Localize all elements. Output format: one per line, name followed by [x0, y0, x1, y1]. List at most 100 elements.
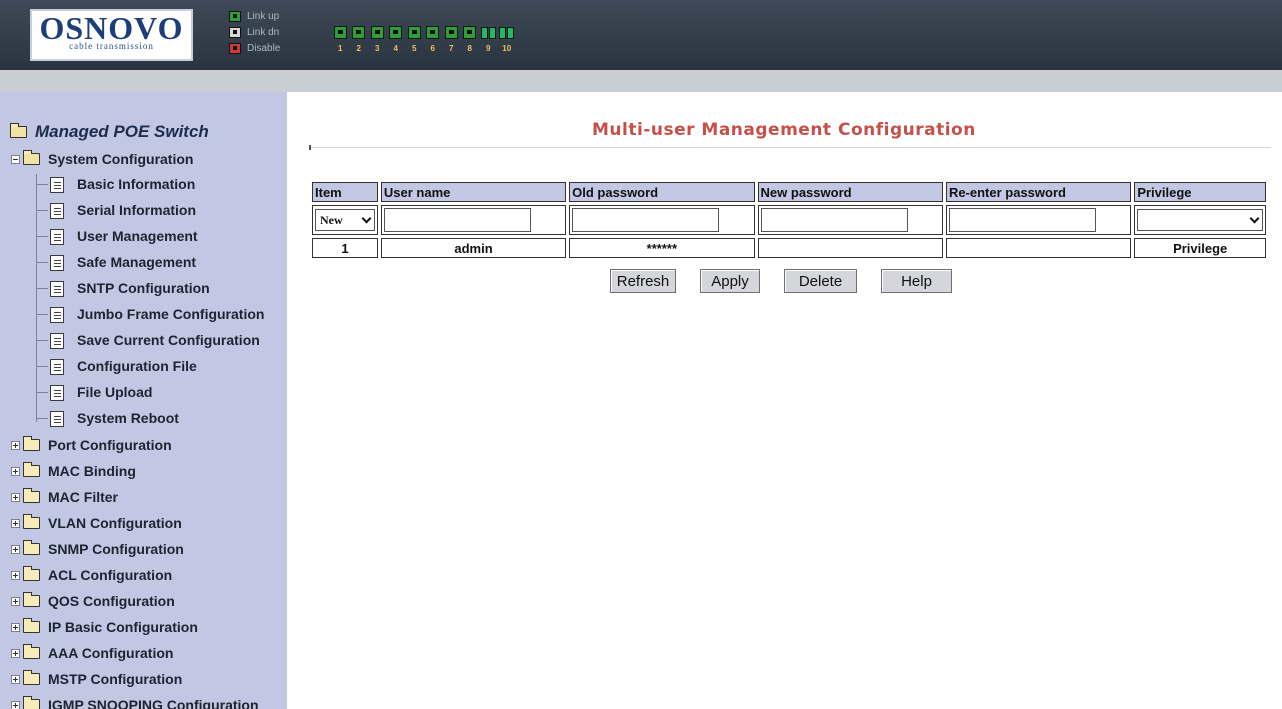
- legend-label: Disable: [247, 42, 281, 54]
- expand-icon[interactable]: [11, 648, 20, 658]
- port-1[interactable]: 1: [331, 26, 350, 53]
- tree-category-aaa-configuration[interactable]: AAA Configuration: [0, 640, 173, 666]
- folder-icon: [23, 488, 40, 503]
- expand-icon[interactable]: [11, 622, 20, 632]
- column-header-new-password: New password: [757, 182, 943, 202]
- collapse-icon[interactable]: [11, 154, 20, 164]
- expand-icon[interactable]: [11, 570, 20, 580]
- user-name-input[interactable]: [383, 208, 531, 232]
- column-header-privilege: Privilege: [1134, 182, 1266, 202]
- document-icon: [50, 281, 64, 297]
- item-select-value: New: [320, 212, 343, 227]
- port-6[interactable]: 6: [424, 26, 443, 53]
- ethernet-port-icon: [444, 26, 458, 39]
- folder-icon: [23, 696, 40, 709]
- reenter-password-input[interactable]: [948, 208, 1097, 232]
- title-divider-mark: [309, 145, 311, 150]
- tree-category-mac-binding[interactable]: MAC Binding: [0, 458, 136, 484]
- tree-connector: [36, 236, 48, 237]
- tree-category-mstp-configuration[interactable]: MSTP Configuration: [0, 666, 182, 692]
- port-status-legend: Link up Link dn Disable: [229, 8, 280, 56]
- row-reenter-password: [945, 238, 1132, 258]
- navigation-tree: Managed POE Switch System Configuration …: [0, 92, 287, 709]
- new-password-input[interactable]: [760, 208, 908, 232]
- port-number: 7: [449, 44, 454, 53]
- tree-category-system-configuration[interactable]: System Configuration: [0, 146, 193, 172]
- tree-connector: [36, 418, 48, 419]
- disabled-icon: [229, 42, 241, 54]
- expand-icon[interactable]: [11, 596, 20, 606]
- folder-icon: [23, 592, 40, 607]
- tree-connector: [36, 314, 48, 315]
- row-privilege: Privilege: [1134, 238, 1266, 258]
- legend-disable: Disable: [229, 40, 280, 56]
- expand-icon[interactable]: [11, 674, 20, 684]
- tree-category-vlan-configuration[interactable]: VLAN Configuration: [0, 510, 182, 536]
- tree-category-qos-configuration[interactable]: QOS Configuration: [0, 588, 175, 614]
- ethernet-port-icon: [426, 26, 440, 39]
- port-4[interactable]: 4: [387, 26, 406, 53]
- tree-category-label: SNMP Configuration: [48, 541, 184, 557]
- refresh-button[interactable]: Refresh: [610, 269, 676, 293]
- tree-leaf-label: Basic Information: [77, 176, 196, 192]
- top-header: OSNOVO cable transmission Link up Link d…: [0, 0, 1282, 70]
- tree-category-label: Port Configuration: [48, 437, 172, 453]
- port-5[interactable]: 5: [405, 26, 424, 53]
- tree-category-label: System Configuration: [48, 151, 194, 167]
- expand-icon[interactable]: [11, 544, 20, 554]
- port-2[interactable]: 2: [350, 26, 369, 53]
- document-icon: [50, 177, 64, 193]
- tree-category-igmp-snooping-configuration[interactable]: IGMP SNOOPING Configuration: [0, 692, 259, 709]
- privilege-select[interactable]: [1137, 209, 1263, 231]
- old-password-input[interactable]: [572, 208, 720, 232]
- legend-label: Link up: [247, 10, 280, 22]
- port-number: 1: [338, 44, 343, 53]
- tree-leaf-label: Safe Management: [77, 254, 197, 270]
- port-9[interactable]: 9: [479, 26, 498, 53]
- tree-leaf-label: SNTP Configuration: [77, 280, 210, 296]
- tree-category-mac-filter[interactable]: MAC Filter: [0, 484, 118, 510]
- folder-icon: [23, 540, 40, 555]
- legend-link-dn: Link dn: [229, 24, 280, 40]
- delete-button[interactable]: Delete: [784, 269, 857, 293]
- title-divider: [309, 147, 1271, 148]
- tree-category-snmp-configuration[interactable]: SNMP Configuration: [0, 536, 184, 562]
- privilege-cell: [1134, 205, 1266, 235]
- tree-category-port-configuration[interactable]: Port Configuration: [0, 432, 172, 458]
- main-content: Multi-user Management Configuration Item…: [287, 92, 1282, 709]
- osnovo-logo: OSNOVO cable transmission: [30, 9, 193, 61]
- tree-category-acl-configuration[interactable]: ACL Configuration: [0, 562, 172, 588]
- folder-icon: [23, 462, 40, 477]
- expand-icon[interactable]: [11, 518, 20, 528]
- port-8[interactable]: 8: [461, 26, 480, 53]
- table-row[interactable]: 1 admin ****** Privilege: [312, 238, 1266, 258]
- help-button[interactable]: Help: [881, 269, 952, 293]
- tree-connector: [36, 288, 48, 289]
- expand-icon[interactable]: [11, 492, 20, 502]
- legend-link-up: Link up: [229, 8, 280, 24]
- document-icon: [50, 333, 64, 349]
- document-icon: [50, 229, 64, 245]
- apply-button[interactable]: Apply: [700, 269, 760, 293]
- expand-icon[interactable]: [11, 440, 20, 450]
- document-icon: [50, 411, 64, 427]
- expand-icon[interactable]: [11, 700, 20, 709]
- port-10[interactable]: 10: [498, 26, 517, 53]
- item-select[interactable]: New: [315, 209, 375, 231]
- port-7[interactable]: 7: [442, 26, 461, 53]
- link-down-icon: [229, 26, 241, 38]
- tree-leaf-label: File Upload: [77, 384, 153, 400]
- port-3[interactable]: 3: [368, 26, 387, 53]
- reenter-password-cell: [945, 205, 1132, 235]
- document-icon: [50, 307, 64, 323]
- tree-root-managed-poe-switch[interactable]: Managed POE Switch: [10, 120, 209, 144]
- folder-icon: [23, 644, 40, 659]
- tree-category-label: QOS Configuration: [48, 593, 175, 609]
- row-new-password: [757, 238, 943, 258]
- tree-category-ip-basic-configuration[interactable]: IP Basic Configuration: [0, 614, 198, 640]
- tree-root-label: Managed POE Switch: [35, 122, 209, 141]
- tree-leaf-label: System Reboot: [77, 410, 179, 426]
- tree-connector: [36, 262, 48, 263]
- folder-icon: [23, 514, 40, 529]
- expand-icon[interactable]: [11, 466, 20, 476]
